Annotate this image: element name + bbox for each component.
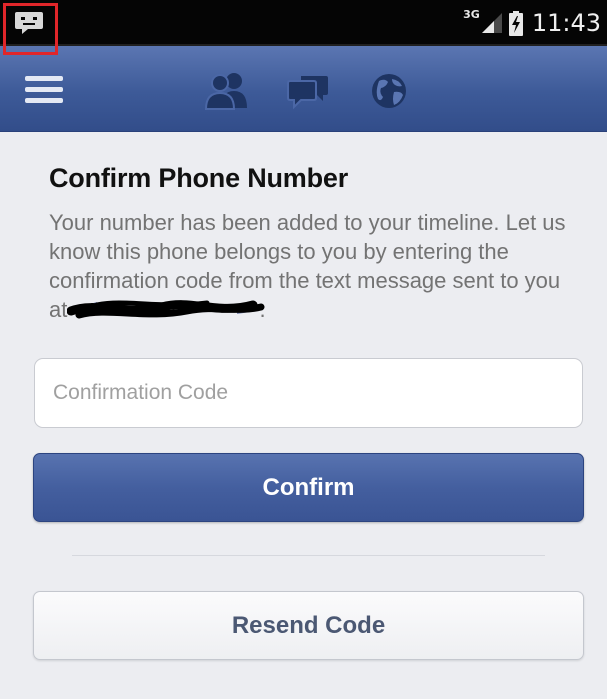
globe-icon[interactable] — [370, 72, 408, 110]
divider — [72, 555, 545, 556]
confirmation-code-input[interactable] — [34, 358, 583, 428]
redacted-phone-number — [67, 299, 265, 321]
app-header — [0, 46, 607, 132]
status-bar: 3G 11:43 — [0, 0, 607, 46]
network-type: 3G — [463, 7, 480, 21]
signal-strength-icon — [481, 13, 502, 33]
menu-icon[interactable] — [25, 76, 63, 106]
description-text: Your number has been added to your timel… — [49, 208, 569, 324]
confirm-phone-panel: Confirm Phone Number Your number has bee… — [0, 132, 607, 699]
friends-icon[interactable] — [204, 70, 250, 110]
status-indicators: 3G 11:43 — [463, 0, 607, 46]
notification-highlight-box — [3, 3, 58, 55]
clock: 11:43 — [531, 9, 601, 37]
resend-code-button[interactable]: Resend Code — [33, 591, 584, 660]
battery-charging-icon — [508, 10, 523, 36]
confirm-button[interactable]: Confirm — [33, 453, 584, 522]
messages-icon[interactable] — [287, 70, 329, 110]
page-title: Confirm Phone Number — [49, 163, 349, 193]
